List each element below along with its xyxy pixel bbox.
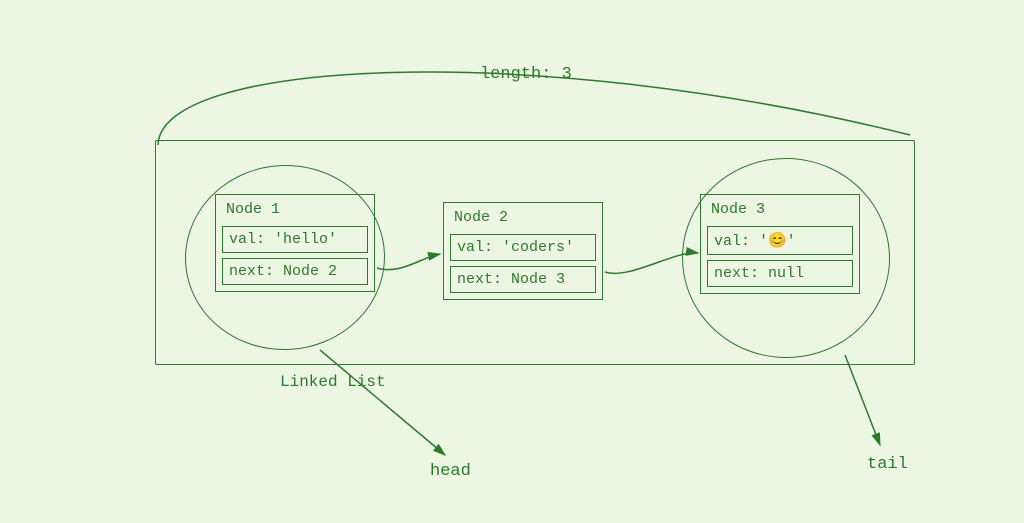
head-arrow: [320, 350, 445, 455]
node-2-title: Node 2: [450, 209, 596, 226]
node-3-val: val: '😊': [707, 226, 853, 255]
node-1: Node 1 val: 'hello' next: Node 2: [215, 194, 375, 292]
node-1-title: Node 1: [222, 201, 368, 218]
length-label: length: 3: [480, 65, 572, 84]
node-2-next: next: Node 3: [450, 266, 596, 293]
tail-arrow: [845, 355, 880, 445]
node-1-next: next: Node 2: [222, 258, 368, 285]
tail-pointer-label: tail: [867, 455, 908, 474]
node-2-val: val: 'coders': [450, 234, 596, 261]
head-pointer-label: head: [430, 462, 471, 481]
node-3-next: next: null: [707, 260, 853, 287]
node-2: Node 2 val: 'coders' next: Node 3: [443, 202, 603, 300]
linked-list-caption: Linked List: [280, 373, 386, 391]
node-1-val: val: 'hello': [222, 226, 368, 253]
node-3: Node 3 val: '😊' next: null: [700, 194, 860, 294]
node-3-title: Node 3: [707, 201, 853, 218]
